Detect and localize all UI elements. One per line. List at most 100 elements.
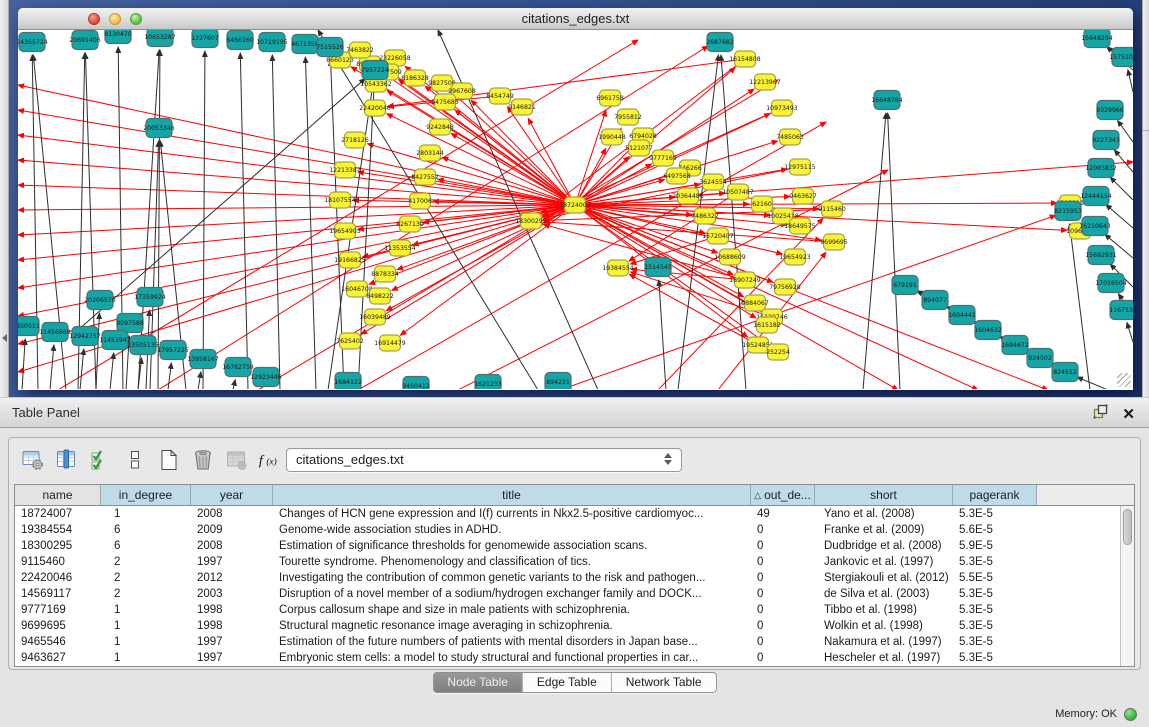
graph-edge[interactable] bbox=[575, 162, 1133, 205]
table-row[interactable]: 1830029562008Estimation of significance … bbox=[15, 538, 1120, 554]
graph-node[interactable]: 11456869 bbox=[39, 323, 71, 342]
graph-node[interactable]: 7463822 bbox=[346, 42, 374, 58]
graph-edge[interactable] bbox=[272, 55, 280, 389]
graph-edge[interactable] bbox=[381, 71, 575, 205]
vertical-scrollbar[interactable] bbox=[1120, 506, 1134, 666]
graph-node[interactable]: 20053346 bbox=[143, 119, 175, 138]
graph-node[interactable]: 17957225 bbox=[157, 341, 189, 360]
graph-node[interactable]: 10653287 bbox=[144, 30, 176, 47]
tab-edge-table[interactable]: Edge Table bbox=[523, 673, 612, 692]
cell-pagerank[interactable]: 5.3E-5 bbox=[953, 586, 1037, 602]
cell-out_de[interactable]: 0 bbox=[751, 538, 815, 554]
graph-node[interactable]: 13958167 bbox=[187, 350, 219, 369]
tab-network-table[interactable]: Network Table bbox=[612, 673, 716, 692]
cell-name[interactable]: 18300295 bbox=[15, 538, 101, 554]
cell-pagerank[interactable]: 5.9E-5 bbox=[953, 538, 1037, 554]
cell-pagerank[interactable]: 5.6E-5 bbox=[953, 522, 1037, 538]
graph-node[interactable]: 8215953 bbox=[1054, 202, 1082, 221]
cell-name[interactable]: 9699695 bbox=[15, 618, 101, 634]
graph-node[interactable]: 20364486 bbox=[672, 188, 704, 204]
cell-out_de[interactable]: 0 bbox=[751, 554, 815, 570]
cell-pagerank[interactable]: 5.3E-5 bbox=[953, 650, 1037, 666]
graph-edge[interactable] bbox=[630, 236, 718, 264]
graph-edge[interactable] bbox=[18, 205, 575, 344]
graph-node[interactable]: 2803144 bbox=[416, 145, 444, 161]
cell-pagerank[interactable]: 5.5E-5 bbox=[953, 570, 1037, 586]
graph-node[interactable]: 8498222 bbox=[366, 288, 394, 304]
graph-edge[interactable] bbox=[367, 144, 575, 205]
cell-in_degree[interactable]: 2 bbox=[101, 570, 191, 586]
table-row[interactable]: 2242004622012Investigating the contribut… bbox=[15, 570, 1120, 586]
graph-edge[interactable] bbox=[1128, 70, 1133, 92]
graph-node[interactable]: 7485063 bbox=[776, 129, 804, 145]
cell-name[interactable]: 9463627 bbox=[15, 650, 101, 666]
cell-year[interactable]: 2012 bbox=[191, 570, 273, 586]
graph-node[interactable]: 1684122 bbox=[334, 373, 362, 390]
graph-edge[interactable] bbox=[305, 57, 316, 389]
graph-edge[interactable] bbox=[507, 107, 575, 205]
graph-edge[interactable] bbox=[1114, 150, 1133, 172]
graph-node[interactable]: 6466160 bbox=[226, 31, 254, 50]
column-header-year[interactable]: year bbox=[191, 485, 273, 505]
cell-name[interactable]: 18724007 bbox=[15, 506, 101, 522]
column-header-in_degree[interactable]: in_degree bbox=[101, 485, 191, 505]
graph-edge[interactable] bbox=[240, 53, 248, 389]
cell-year[interactable]: 2009 bbox=[191, 522, 273, 538]
graph-node[interactable]: 7957224 bbox=[361, 61, 389, 80]
graph-node[interactable]: 1167533 bbox=[1109, 301, 1133, 320]
cell-short[interactable]: de Silva et al. (2003) bbox=[815, 586, 953, 602]
graph-node[interactable]: 1850511 bbox=[18, 317, 40, 336]
graph-edge[interactable] bbox=[888, 113, 900, 389]
cell-short[interactable]: Dudbridge et al. (2008) bbox=[815, 538, 953, 554]
cell-name[interactable]: 9777169 bbox=[15, 602, 101, 618]
graph-edge[interactable] bbox=[1118, 121, 1133, 142]
cell-short[interactable]: Wolkin et al. (1998) bbox=[815, 618, 953, 634]
function-builder-button[interactable]: f(x) bbox=[257, 446, 285, 474]
cell-year[interactable]: 2003 bbox=[191, 586, 273, 602]
cell-name[interactable]: 22420046 bbox=[15, 570, 101, 586]
cell-pagerank[interactable]: 5.3E-5 bbox=[953, 554, 1037, 570]
cell-out_de[interactable]: 0 bbox=[751, 586, 815, 602]
graph-node[interactable]: 19384554 bbox=[602, 260, 634, 276]
delete-column-button[interactable] bbox=[189, 446, 217, 474]
graph-node[interactable]: 16154808 bbox=[729, 51, 761, 67]
cell-short[interactable]: Jankovic et al. (1997) bbox=[815, 554, 953, 570]
graph-edge[interactable] bbox=[78, 79, 365, 330]
graph-node[interactable]: 1694672 bbox=[1001, 336, 1029, 355]
float-window-icon[interactable] bbox=[1093, 404, 1108, 424]
graph-node[interactable]: 1615182 bbox=[753, 317, 781, 333]
cell-out_de[interactable]: 49 bbox=[751, 506, 815, 522]
table-row[interactable]: 1456911722003Disruption of a novel membe… bbox=[15, 586, 1120, 602]
graph-node[interactable]: 18907249 bbox=[729, 272, 761, 288]
graph-node[interactable]: 6497568 bbox=[663, 168, 691, 184]
column-header-out_de[interactable]: △out_de... bbox=[751, 485, 815, 505]
graph-edge[interactable] bbox=[22, 339, 25, 389]
graph-node[interactable]: 9242848 bbox=[426, 119, 454, 135]
cell-in_degree[interactable]: 6 bbox=[101, 538, 191, 554]
cell-out_de[interactable]: 0 bbox=[751, 650, 815, 666]
right-splitter[interactable] bbox=[1142, 0, 1149, 397]
graph-node[interactable]: 7486322 bbox=[691, 208, 719, 224]
table-selector-dropdown[interactable]: citations_edges.txt bbox=[286, 448, 682, 472]
graph-edge[interactable] bbox=[358, 172, 575, 205]
graph-edge[interactable] bbox=[721, 55, 746, 389]
cell-year[interactable]: 1997 bbox=[191, 634, 273, 650]
cell-title[interactable]: Estimation of significance thresholds fo… bbox=[273, 538, 751, 554]
cell-name[interactable]: 19384554 bbox=[15, 522, 101, 538]
graph-edge[interactable] bbox=[198, 372, 201, 389]
collapse-left-icon[interactable] bbox=[2, 334, 7, 342]
cell-short[interactable]: Franke et al. (2009) bbox=[815, 522, 953, 538]
graph-node[interactable]: 8454749 bbox=[486, 88, 514, 104]
column-header-name[interactable]: name bbox=[15, 485, 101, 505]
cell-out_de[interactable]: 0 bbox=[751, 522, 815, 538]
graph-node[interactable]: 7955812 bbox=[614, 109, 642, 125]
graph-edge[interactable] bbox=[575, 203, 1057, 205]
graph-node[interactable]: 19654903 bbox=[329, 223, 361, 239]
cell-pagerank[interactable]: 5.3E-5 bbox=[953, 634, 1037, 650]
graph-node[interactable]: 18107554 bbox=[324, 192, 356, 208]
network-window-titlebar[interactable]: citations_edges.txt bbox=[18, 8, 1133, 30]
cell-in_degree[interactable]: 1 bbox=[101, 650, 191, 666]
graph-node[interactable]: 20691406 bbox=[69, 31, 101, 50]
graph-edge[interactable] bbox=[18, 110, 575, 205]
graph-node[interactable]: 1621233 bbox=[474, 375, 502, 390]
